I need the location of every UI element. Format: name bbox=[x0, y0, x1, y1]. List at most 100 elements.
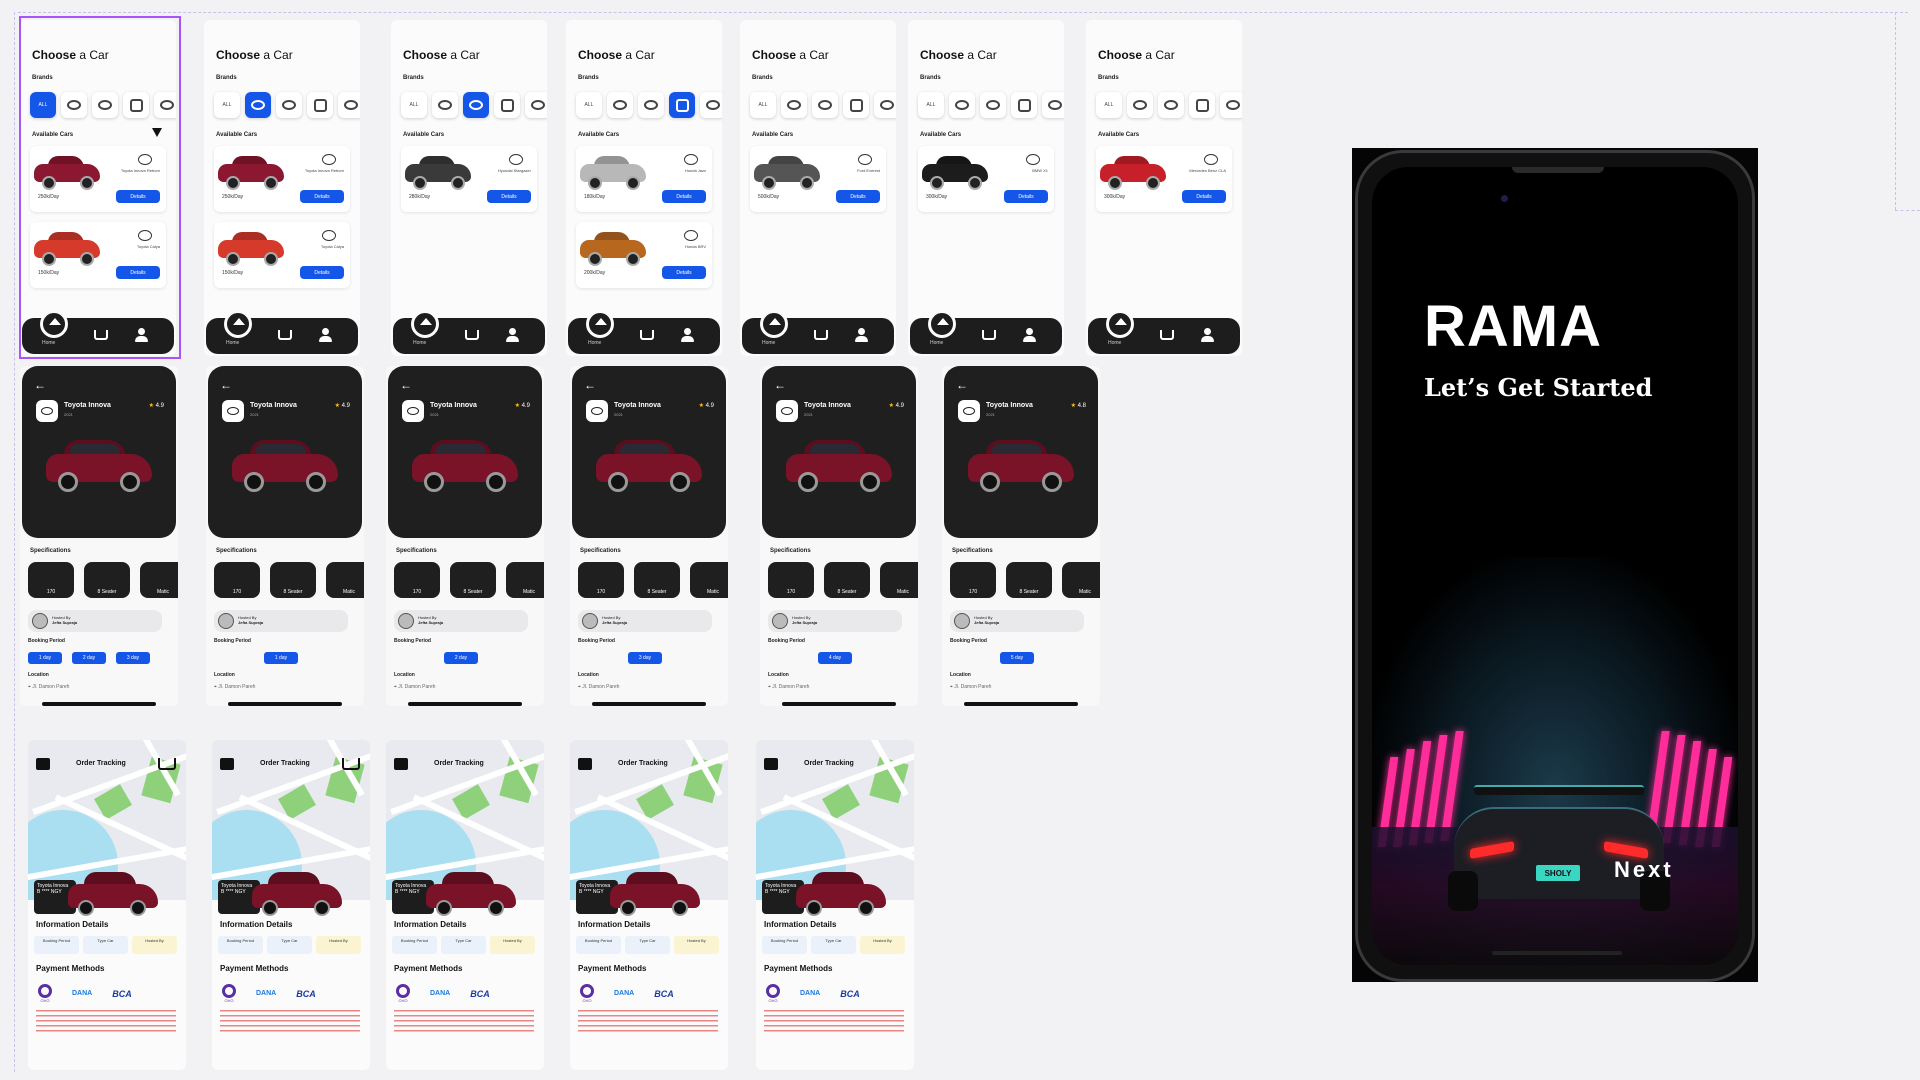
dana-option[interactable]: DANA bbox=[256, 990, 276, 997]
cart-icon[interactable] bbox=[158, 758, 176, 770]
phone-mockup[interactable]: RAMA Let’s Get Started SHOLY Next bbox=[1355, 150, 1755, 982]
dana-option[interactable]: DANA bbox=[614, 990, 634, 997]
brand-chip[interactable] bbox=[1189, 92, 1215, 118]
car-card[interactable]: Honda Jazz 180k/Day Details bbox=[576, 146, 712, 212]
cart-icon[interactable] bbox=[982, 330, 996, 340]
profile-icon[interactable] bbox=[680, 328, 694, 342]
brand-chip[interactable]: ALL bbox=[401, 92, 427, 118]
back-icon[interactable] bbox=[36, 758, 50, 770]
day-button[interactable]: 2 day bbox=[72, 652, 106, 664]
brand-chip[interactable] bbox=[338, 92, 360, 118]
day-button[interactable]: 3 day bbox=[628, 652, 662, 664]
cart-icon[interactable] bbox=[278, 330, 292, 340]
brand-chip[interactable] bbox=[1158, 92, 1184, 118]
profile-icon[interactable] bbox=[854, 328, 868, 342]
day-button[interactable]: 5 day bbox=[1000, 652, 1034, 664]
cart-icon[interactable] bbox=[342, 758, 360, 770]
home-icon[interactable] bbox=[411, 310, 439, 338]
brand-chip[interactable]: ALL bbox=[1096, 92, 1122, 118]
ovo-option[interactable]: OVO bbox=[396, 984, 410, 1003]
brand-chip[interactable] bbox=[1220, 92, 1242, 118]
cart-icon[interactable] bbox=[465, 330, 479, 340]
brand-chip[interactable] bbox=[843, 92, 869, 118]
ovo-option[interactable]: OVO bbox=[38, 984, 52, 1003]
ovo-option[interactable]: OVO bbox=[580, 984, 594, 1003]
car-card[interactable]: Honda BRV 200k/Day Details bbox=[576, 222, 712, 288]
details-button[interactable]: Details bbox=[662, 266, 706, 279]
back-icon[interactable] bbox=[394, 758, 408, 770]
details-button[interactable]: Details bbox=[662, 190, 706, 203]
back-arrow-icon[interactable]: ← bbox=[774, 378, 786, 392]
brand-chip[interactable] bbox=[463, 92, 489, 118]
brand-chip[interactable]: ALL bbox=[750, 92, 776, 118]
details-button[interactable]: Details bbox=[1004, 190, 1048, 203]
day-button[interactable]: 2 day bbox=[444, 652, 478, 664]
details-button[interactable]: Details bbox=[300, 190, 344, 203]
brand-chip[interactable] bbox=[525, 92, 547, 118]
day-button[interactable]: 4 day bbox=[818, 652, 852, 664]
brand-chip[interactable] bbox=[1011, 92, 1037, 118]
dana-option[interactable]: DANA bbox=[800, 990, 820, 997]
brand-chip[interactable] bbox=[781, 92, 807, 118]
brand-chip[interactable] bbox=[245, 92, 271, 118]
details-button[interactable]: Details bbox=[487, 190, 531, 203]
day-button[interactable]: 3 day bbox=[116, 652, 150, 664]
brand-chip[interactable] bbox=[1042, 92, 1064, 118]
back-arrow-icon[interactable]: ← bbox=[956, 378, 968, 392]
brand-chip[interactable] bbox=[607, 92, 633, 118]
brand-chip[interactable] bbox=[494, 92, 520, 118]
brand-chip[interactable] bbox=[949, 92, 975, 118]
home-icon[interactable] bbox=[1106, 310, 1134, 338]
car-card[interactable]: Mercedes Benz CLA 300k/Day Details bbox=[1096, 146, 1232, 212]
brand-chip[interactable] bbox=[307, 92, 333, 118]
cart-icon[interactable] bbox=[814, 330, 828, 340]
back-arrow-icon[interactable]: ← bbox=[400, 378, 412, 392]
bca-option[interactable]: BCA bbox=[470, 989, 490, 999]
home-icon[interactable] bbox=[224, 310, 252, 338]
ovo-option[interactable]: OVO bbox=[222, 984, 236, 1003]
brand-chip[interactable]: ALL bbox=[576, 92, 602, 118]
back-arrow-icon[interactable]: ← bbox=[34, 378, 46, 392]
back-arrow-icon[interactable]: ← bbox=[584, 378, 596, 392]
home-icon[interactable] bbox=[928, 310, 956, 338]
brand-chip[interactable] bbox=[874, 92, 896, 118]
ovo-option[interactable]: OVO bbox=[766, 984, 780, 1003]
back-icon[interactable] bbox=[764, 758, 778, 770]
selected-frame-outline[interactable] bbox=[19, 16, 181, 359]
dana-option[interactable]: DANA bbox=[72, 990, 92, 997]
brand-chip[interactable] bbox=[276, 92, 302, 118]
back-icon[interactable] bbox=[220, 758, 234, 770]
car-card[interactable]: Toyota Innova Reborn 250k/Day Details bbox=[214, 146, 350, 212]
back-arrow-icon[interactable]: ← bbox=[220, 378, 232, 392]
dana-option[interactable]: DANA bbox=[430, 990, 450, 997]
brand-chip[interactable] bbox=[980, 92, 1006, 118]
profile-icon[interactable] bbox=[1200, 328, 1214, 342]
bca-option[interactable]: BCA bbox=[112, 989, 132, 999]
bca-option[interactable]: BCA bbox=[840, 989, 860, 999]
brand-chip[interactable]: ALL bbox=[214, 92, 240, 118]
details-button[interactable]: Details bbox=[836, 190, 880, 203]
car-card[interactable]: BMW X1 300k/Day Details bbox=[918, 146, 1054, 212]
brand-chip[interactable]: ALL bbox=[918, 92, 944, 118]
profile-icon[interactable] bbox=[505, 328, 519, 342]
brand-chip[interactable] bbox=[432, 92, 458, 118]
cart-icon[interactable] bbox=[640, 330, 654, 340]
brand-chip[interactable] bbox=[812, 92, 838, 118]
next-button[interactable]: Next bbox=[1614, 857, 1674, 883]
car-card[interactable]: Hyundai Stargazer 280k/Day Details bbox=[401, 146, 537, 212]
car-card[interactable]: Toyota Calya 150k/Day Details bbox=[214, 222, 350, 288]
day-button[interactable]: 1 day bbox=[264, 652, 298, 664]
car-card[interactable]: Ford Everest 500k/Day Details bbox=[750, 146, 886, 212]
brand-chip[interactable] bbox=[638, 92, 664, 118]
brand-chip[interactable] bbox=[1127, 92, 1153, 118]
bca-option[interactable]: BCA bbox=[296, 989, 316, 999]
brand-chip[interactable] bbox=[669, 92, 695, 118]
brand-chip[interactable] bbox=[700, 92, 722, 118]
bca-option[interactable]: BCA bbox=[654, 989, 674, 999]
cart-icon[interactable] bbox=[1160, 330, 1174, 340]
day-button[interactable]: 1 day bbox=[28, 652, 62, 664]
profile-icon[interactable] bbox=[1022, 328, 1036, 342]
details-button[interactable]: Details bbox=[300, 266, 344, 279]
profile-icon[interactable] bbox=[318, 328, 332, 342]
back-icon[interactable] bbox=[578, 758, 592, 770]
